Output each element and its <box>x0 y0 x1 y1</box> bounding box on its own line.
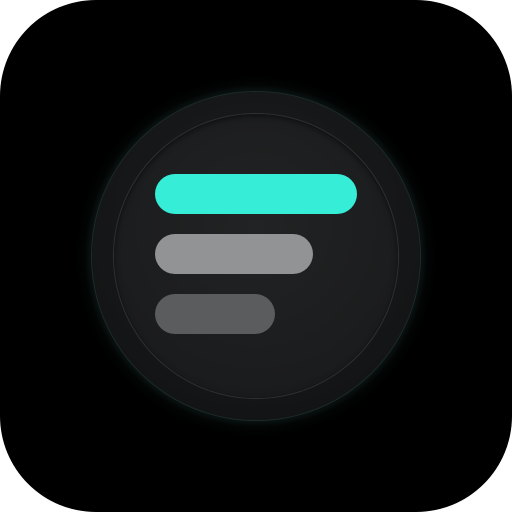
app-icon-tile[interactable] <box>0 0 512 512</box>
bottom-bar <box>155 294 275 334</box>
middle-bar <box>155 234 313 274</box>
top-bar <box>155 174 357 214</box>
